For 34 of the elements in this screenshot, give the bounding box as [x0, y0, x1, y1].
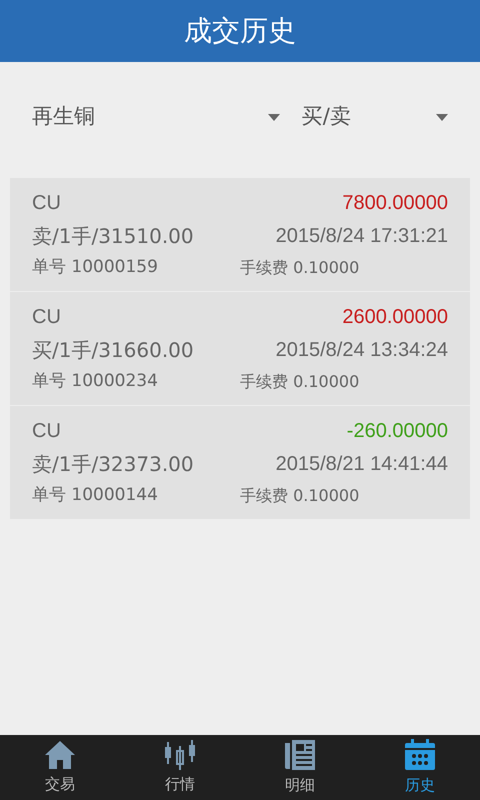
trade-detail: 卖/1手/31510.00 — [32, 223, 194, 250]
nav-tab[interactable]: 交易 — [0, 735, 120, 800]
trade-time: 2015/8/24 17:31:21 — [276, 224, 448, 249]
symbol-text: CU — [32, 419, 61, 444]
trade-time: 2015/8/24 13:34:24 — [276, 338, 448, 363]
calendar-icon — [404, 738, 436, 771]
fee-text: 手续费 0.10000 — [240, 485, 360, 507]
fee-text: 手续费 0.10000 — [240, 257, 360, 279]
profit-amount: 7800.00000 — [342, 191, 448, 216]
symbol-text: CU — [32, 191, 61, 216]
trade-card[interactable]: CU -260.00000 卖/1手/32373.00 2015/8/21 14:41:44 单号 10000144 手续费 0.10000 — [10, 406, 470, 519]
nav-tab[interactable]: 明细 — [240, 735, 360, 800]
candlestick-icon — [164, 740, 196, 770]
dropdown-caret-icon — [436, 114, 448, 120]
profit-amount: -260.00000 — [346, 419, 448, 444]
home-icon — [44, 740, 76, 770]
dropdown-caret-icon — [268, 114, 280, 120]
trade-detail: 卖/1手/32373.00 — [32, 451, 194, 478]
order-number: 单号 10000144 — [32, 484, 159, 508]
order-number: 单号 10000159 — [32, 256, 159, 280]
nav-tab[interactable]: 历史 — [360, 735, 480, 800]
trade-card[interactable]: CU 2600.00000 买/1手/31660.00 2015/8/24 13:34:24 单号 10000234 手续费 0.10000 — [10, 292, 470, 405]
nav-tab[interactable]: 行情 — [120, 735, 240, 800]
profit-amount: 2600.00000 — [342, 305, 448, 330]
trade-detail: 买/1手/31660.00 — [32, 337, 194, 364]
fee-text: 手续费 0.10000 — [240, 371, 360, 393]
dropdown[interactable]: 再生铜 — [32, 98, 280, 136]
symbol-text: CU — [32, 305, 61, 330]
order-number: 单号 10000234 — [32, 370, 159, 394]
trade-card[interactable]: CU 7800.00000 卖/1手/31510.00 2015/8/24 17:31:21 单号 10000159 手续费 0.10000 — [10, 178, 470, 291]
dropdown[interactable]: 买/卖 — [302, 98, 448, 136]
trade-time: 2015/8/21 14:41:44 — [276, 452, 448, 477]
screen-title: 成交历史 — [184, 13, 296, 49]
newspaper-icon — [284, 738, 316, 771]
